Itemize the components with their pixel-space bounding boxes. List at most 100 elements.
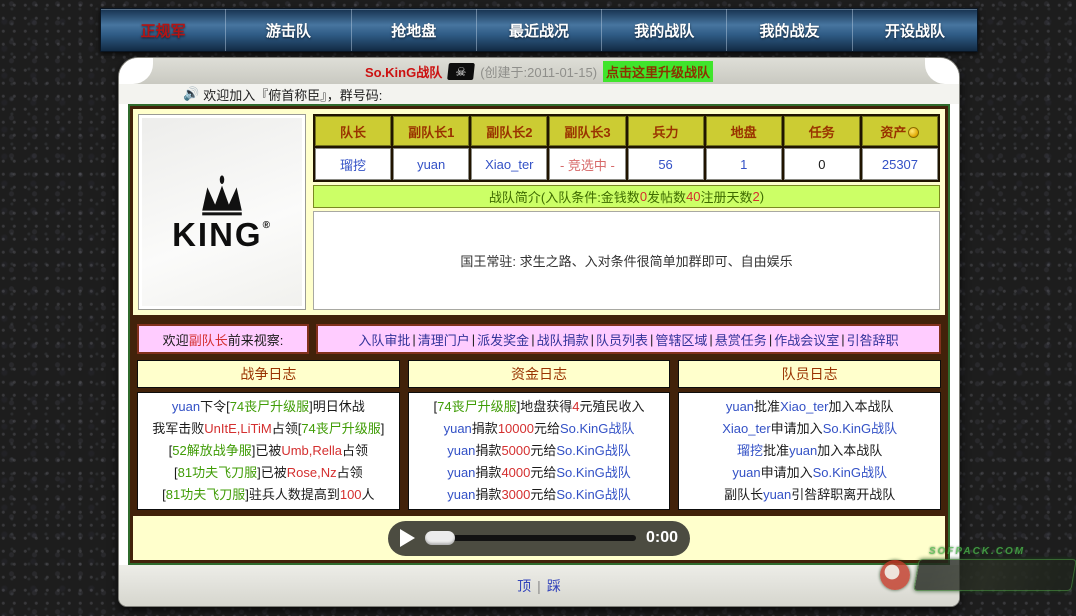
- player-link[interactable]: Xiao_ter: [722, 421, 770, 436]
- audio-player[interactable]: 0:00: [388, 521, 690, 556]
- text-segment: ): [760, 189, 764, 204]
- separator: |: [591, 332, 594, 347]
- nav-item-my-comrades[interactable]: 我的战友: [727, 9, 852, 51]
- vote-up-link[interactable]: 顶: [517, 576, 531, 596]
- player-link[interactable]: yuan: [172, 399, 200, 414]
- player-link[interactable]: So.KinG战队: [556, 487, 630, 502]
- intro-bar: 战队简介(入队条件:金钱数0 发帖数40 注册天数2): [313, 185, 940, 208]
- nav-item-create-team[interactable]: 开设战队: [853, 9, 977, 51]
- nav-item-grab-territory[interactable]: 抢地盘: [352, 9, 477, 51]
- play-button[interactable]: [400, 529, 415, 547]
- player-link[interactable]: yuan: [447, 465, 475, 480]
- log-line: [81功夫飞刀服]已被Rose,Nz占领: [140, 462, 397, 484]
- log-column: 战争日志yuan下令[74丧尸升级服]明日休战我军击败UnItE,LiTiM占领…: [137, 360, 400, 510]
- text-segment: Rose,Nz: [287, 465, 337, 480]
- text-segment: 0: [640, 189, 647, 204]
- nav-item-guerrilla[interactable]: 游击队: [226, 9, 351, 51]
- player-link[interactable]: So.KinG战队: [560, 421, 634, 436]
- text-segment: 捐款: [475, 465, 501, 480]
- stats-value[interactable]: 25307: [862, 148, 938, 180]
- stats-header: 副队长1: [393, 116, 469, 146]
- welcome-bar: 🔊 欢迎加入『俯首称臣』，群号码:: [119, 84, 959, 104]
- admin-link[interactable]: 战队捐款: [536, 330, 590, 349]
- admin-link[interactable]: 派发奖金: [476, 330, 530, 349]
- stats-value[interactable]: 瑠挖: [315, 148, 391, 180]
- player-link[interactable]: yuan: [444, 421, 472, 436]
- text-segment: 40: [686, 189, 700, 204]
- log-line: [81功夫飞刀服]驻兵人数提高到100人: [140, 484, 397, 506]
- admin-link[interactable]: 入队审批: [357, 330, 411, 349]
- admin-link[interactable]: 清理门户: [417, 330, 471, 349]
- pirate-flag-icon: ☠: [447, 63, 475, 80]
- player-link[interactable]: 瑠挖: [737, 443, 763, 458]
- log-line: yuan下令[74丧尸升级服]明日休战: [140, 396, 397, 418]
- player-link[interactable]: yuan: [447, 443, 475, 458]
- text-segment: 副队长: [189, 330, 228, 349]
- speaker-icon: 🔊: [183, 86, 199, 102]
- log-line: yuan捐款5000元给So.KinG战队: [411, 440, 668, 462]
- stats-value-row: 瑠挖yuanXiao_ter- 竞选中 -561025307: [315, 148, 938, 180]
- player-link[interactable]: yuan: [732, 465, 760, 480]
- upgrade-team-link[interactable]: 点击这里升级战队: [603, 61, 713, 82]
- admin-link[interactable]: 作战会议室: [773, 330, 840, 349]
- admin-link[interactable]: 管辖区域: [654, 330, 708, 349]
- player-link[interactable]: yuan: [789, 443, 817, 458]
- player-link[interactable]: Xiao_ter: [780, 399, 828, 414]
- admin-welcome: 欢迎副队长前来视察:: [137, 324, 309, 354]
- stats-value[interactable]: yuan: [393, 148, 469, 180]
- separator: |: [841, 332, 844, 347]
- text-segment: 5000: [501, 443, 530, 458]
- text-segment: 加入本战队: [828, 399, 893, 414]
- welcome-text: 欢迎加入『俯首称臣』，群号码:: [203, 85, 382, 104]
- titlebar: So.KinG战队 ☠ (创建于:2011-01-15) 点击这里升级战队: [119, 58, 959, 84]
- stats-header-row: 队长副队长1副队长2副队长3兵力地盘任务资产: [315, 116, 938, 146]
- text-segment: UnItE,LiTiM: [204, 421, 271, 436]
- admin-link[interactable]: 引咎辞职: [846, 330, 900, 349]
- admin-link[interactable]: 队员列表: [595, 330, 649, 349]
- log-line: 我军击败UnItE,LiTiM占领[74丧尸升级服]: [140, 418, 397, 440]
- log-line: 瑠挖批准yuan加入本战队: [681, 440, 938, 462]
- text-segment: 捐款: [475, 487, 501, 502]
- log-line: yuan申请加入So.KinG战队: [681, 462, 938, 484]
- stats-header: 副队长2: [471, 116, 547, 146]
- stats-header: 资产: [862, 116, 938, 146]
- nav-item-recent-battles[interactable]: 最近战况: [477, 9, 602, 51]
- text-segment: 人: [362, 487, 375, 502]
- text-segment: 元给: [534, 421, 560, 436]
- log-line: yuan批准Xiao_ter加入本战队: [681, 396, 938, 418]
- log-body: [74丧尸升级服]地盘获得4元殖民收入yuan捐款10000元给So.KinG战…: [408, 392, 671, 510]
- stats-value: 0: [784, 148, 860, 180]
- stats-header: 副队长3: [549, 116, 625, 146]
- stats-header: 队长: [315, 116, 391, 146]
- player-link[interactable]: So.KinG战队: [556, 465, 630, 480]
- player-link[interactable]: yuan: [726, 399, 754, 414]
- vote-down-link[interactable]: 踩: [547, 576, 561, 596]
- stats-value[interactable]: Xiao_ter: [471, 148, 547, 180]
- nav-item-my-team[interactable]: 我的战队: [602, 9, 727, 51]
- stats-header: 地盘: [706, 116, 782, 146]
- seek-thumb[interactable]: [425, 531, 455, 545]
- audio-row: 0:00: [133, 516, 945, 560]
- nav-item-regular-army[interactable]: 正规军: [101, 9, 226, 51]
- player-link[interactable]: So.KinG战队: [556, 443, 630, 458]
- main-frame: KING® 队长副队长1副队长2副队长3兵力地盘任务资产 瑠挖yuanXiao_…: [128, 104, 950, 565]
- player-link[interactable]: yuan: [447, 487, 475, 502]
- text-segment: 100: [340, 487, 362, 502]
- player-link[interactable]: yuan: [763, 487, 791, 502]
- separator: |: [531, 332, 534, 347]
- log-title: 资金日志: [408, 360, 671, 388]
- text-segment: 下令: [200, 399, 226, 414]
- stats-value[interactable]: 56: [628, 148, 704, 180]
- text-segment: 2: [753, 189, 760, 204]
- player-link[interactable]: So.KinG战队: [813, 465, 887, 480]
- seek-bar[interactable]: [425, 535, 636, 541]
- log-line: [52解放战争服]已被Umb,Rella占领: [140, 440, 397, 462]
- text-segment: 注册天数: [701, 187, 753, 206]
- stats-value[interactable]: 1: [706, 148, 782, 180]
- log-line: [74丧尸升级服]地盘获得4元殖民收入: [411, 396, 668, 418]
- player-link[interactable]: So.KinG战队: [823, 421, 897, 436]
- text-segment: 欢迎: [163, 330, 189, 349]
- admin-link[interactable]: 悬赏任务: [714, 330, 768, 349]
- log-title: 队员日志: [678, 360, 941, 388]
- separator: |: [472, 332, 475, 347]
